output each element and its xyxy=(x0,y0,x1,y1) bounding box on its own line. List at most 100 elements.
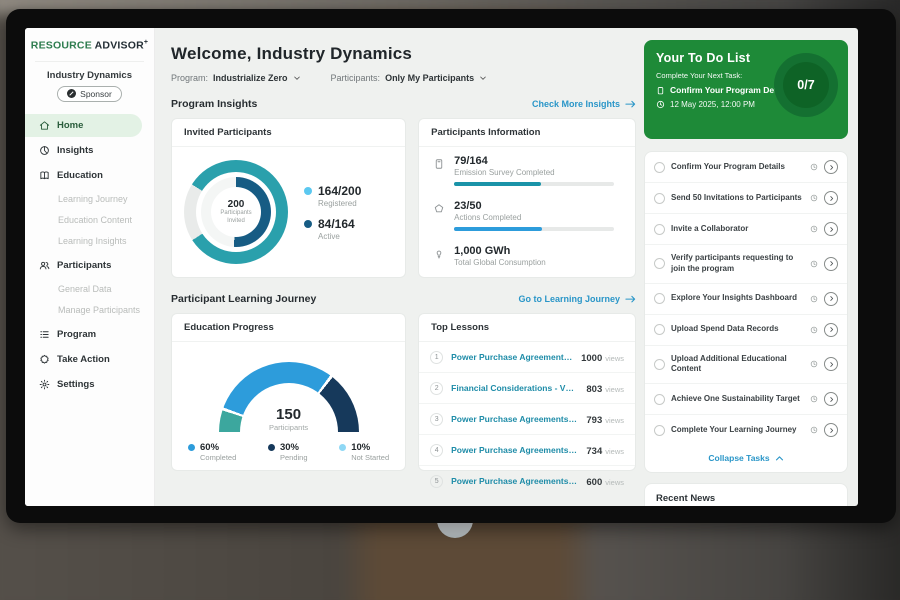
sidebar-item-insights[interactable]: Insights xyxy=(25,139,142,162)
lesson-views: 793 xyxy=(586,415,602,426)
lesson-row[interactable]: 3 Power Purchase Agreements 101 793views xyxy=(419,404,635,435)
education-progress-card: Education Progress 150 Participants xyxy=(171,313,406,471)
main-column: Welcome, Industry Dynamics Program: Indu… xyxy=(155,28,644,506)
sidebar-item-program[interactable]: Program xyxy=(25,323,142,346)
collapse-tasks-link[interactable]: Collapse Tasks xyxy=(645,445,847,472)
lesson-rank: 2 xyxy=(430,382,443,395)
gear-icon xyxy=(39,379,50,390)
todo-next-task: Confirm Your Program Details xyxy=(670,85,791,95)
clock-icon xyxy=(810,163,818,171)
task-open-button[interactable] xyxy=(824,257,838,271)
lesson-row[interactable]: 2 Financial Considerations - VPPAs 803vi… xyxy=(419,373,635,404)
donut-legend: 164/200 Registered 84/164 Active xyxy=(304,175,361,250)
task-checkbox[interactable] xyxy=(654,162,665,173)
todo-card: Your To Do List Complete Your Next Task:… xyxy=(644,40,848,139)
task-row-upload-spend-data[interactable]: Upload Spend Data Records xyxy=(645,315,847,346)
sidebar-item-manage-participants[interactable]: Manage Participants xyxy=(25,300,154,321)
task-checkbox[interactable] xyxy=(654,394,665,405)
sidebar-item-general-data[interactable]: General Data xyxy=(25,279,154,300)
sidebar-item-settings[interactable]: Settings xyxy=(25,373,142,396)
task-checkbox[interactable] xyxy=(654,258,665,269)
clock-icon xyxy=(810,194,818,202)
program-dropdown[interactable]: Program: Industrialize Zero xyxy=(171,73,301,83)
check-more-insights-link[interactable]: Check More Insights xyxy=(532,99,636,109)
task-checkbox[interactable] xyxy=(654,224,665,235)
lesson-link[interactable]: Power Purchase Agreements 101 xyxy=(451,352,573,362)
task-open-button[interactable] xyxy=(824,160,838,174)
sidebar-item-take-action[interactable]: Take Action xyxy=(25,348,142,371)
go-to-learning-journey-link[interactable]: Go to Learning Journey xyxy=(518,294,636,304)
not-started-label: Not Started xyxy=(351,453,389,462)
task-row-upload-educational-content[interactable]: Upload Additional Educational Content xyxy=(645,346,847,385)
task-row-explore-insights[interactable]: Explore Your Insights Dashboard xyxy=(645,284,847,315)
lesson-row[interactable]: 1 Power Purchase Agreements 101 1000view… xyxy=(419,342,635,373)
action-burst-icon xyxy=(39,354,50,365)
program-insights-title: Program Insights xyxy=(171,98,257,110)
legend-dot-not-started xyxy=(339,444,346,451)
lesson-link[interactable]: Power Purchase Agreements 101 xyxy=(451,414,578,424)
task-row-complete-learning-journey[interactable]: Complete Your Learning Journey xyxy=(645,415,847,445)
top-lessons-card: Top Lessons 1 Power Purchase Agreements … xyxy=(418,313,636,471)
task-checkbox[interactable] xyxy=(654,359,665,370)
task-open-button[interactable] xyxy=(824,323,838,337)
link-label: Go to Learning Journey xyxy=(518,294,620,304)
participants-dropdown[interactable]: Participants: Only My Participants xyxy=(331,73,488,83)
task-checkbox[interactable] xyxy=(654,193,665,204)
sidebar-item-education[interactable]: Education xyxy=(25,164,142,187)
sidebar-item-home[interactable]: Home xyxy=(25,114,142,137)
chevron-down-icon xyxy=(479,74,487,82)
task-open-button[interactable] xyxy=(824,222,838,236)
arrow-right-icon xyxy=(625,295,636,304)
completed-pct: 60% xyxy=(200,442,236,453)
task-open-button[interactable] xyxy=(824,292,838,306)
clock-icon xyxy=(810,426,818,434)
task-row-invite-collaborator[interactable]: Invite a Collaborator xyxy=(645,214,847,245)
active-value: 84/164 xyxy=(318,217,355,231)
clock-icon xyxy=(810,360,818,368)
survey-icon xyxy=(433,158,445,170)
lesson-link[interactable]: Power Purchase Agreements 102 xyxy=(451,445,578,455)
sidebar-item-participants[interactable]: Participants xyxy=(25,254,142,277)
lesson-link[interactable]: Financial Considerations - VPPAs xyxy=(451,383,578,393)
insights-icon xyxy=(39,145,50,156)
link-label: Check More Insights xyxy=(532,99,620,109)
sponsor-badge-icon xyxy=(67,89,76,98)
views-suffix: views xyxy=(605,447,624,456)
clock-icon xyxy=(810,326,818,334)
sidebar-item-label: Settings xyxy=(57,379,94,390)
task-row-verify-participants[interactable]: Verify participants requesting to join t… xyxy=(645,245,847,284)
sponsor-badge[interactable]: Sponsor xyxy=(57,86,122,102)
lesson-row[interactable]: 5 Power Purchase Agreements 103 600views xyxy=(419,466,635,496)
task-row-confirm-program[interactable]: Confirm Your Program Details xyxy=(645,152,847,183)
views-suffix: views xyxy=(605,385,624,394)
sidebar-item-label: Program xyxy=(57,329,96,340)
task-row-achieve-target[interactable]: Achieve One Sustainability Target xyxy=(645,384,847,415)
task-checkbox[interactable] xyxy=(654,324,665,335)
survey-value: 79/164 xyxy=(454,155,621,167)
task-open-button[interactable] xyxy=(824,357,838,371)
todo-progress-value: 0/7 xyxy=(797,78,814,92)
chevron-up-icon xyxy=(775,455,784,462)
sidebar-item-label: Education xyxy=(57,170,103,181)
bulb-icon xyxy=(433,248,445,260)
brand-secondary: ADVISOR xyxy=(95,40,144,52)
legend-dot-registered xyxy=(304,187,312,195)
list-icon xyxy=(39,329,50,340)
card-title: Top Lessons xyxy=(419,314,635,342)
clock-icon xyxy=(810,295,818,303)
clock-icon xyxy=(810,225,818,233)
lesson-row[interactable]: 4 Power Purchase Agreements 102 734views xyxy=(419,435,635,466)
dashboard-screen: RESOURCE ADVISOR+ Industry Dynamics Spon… xyxy=(25,28,858,506)
sidebar-item-learning-journey[interactable]: Learning Journey xyxy=(25,189,154,210)
sidebar-item-learning-insights[interactable]: Learning Insights xyxy=(25,231,154,252)
task-open-button[interactable] xyxy=(824,423,838,437)
sidebar-item-education-content[interactable]: Education Content xyxy=(25,210,154,231)
sidebar-item-label: Insights xyxy=(57,145,93,156)
lesson-link[interactable]: Power Purchase Agreements 103 xyxy=(451,476,578,486)
task-open-button[interactable] xyxy=(824,392,838,406)
legend-dot-completed xyxy=(188,444,195,451)
task-row-send-invitations[interactable]: Send 50 Invitations to Participants xyxy=(645,183,847,214)
task-checkbox[interactable] xyxy=(654,425,665,436)
task-checkbox[interactable] xyxy=(654,293,665,304)
task-open-button[interactable] xyxy=(824,191,838,205)
